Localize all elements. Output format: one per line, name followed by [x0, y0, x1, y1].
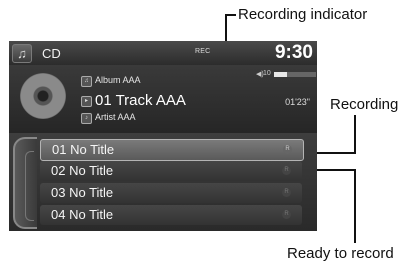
- recording-indicator: REC: [195, 48, 211, 55]
- leader-line: [226, 14, 236, 16]
- album-icon: ♫: [81, 76, 92, 87]
- list-scroll-arc[interactable]: [13, 137, 37, 229]
- list-scroll-arc-inner: [25, 151, 34, 221]
- now-playing-panel: ♫ Album AAA ▸ 01 Track AAA ♪ Artist AAA …: [9, 65, 317, 133]
- recording-indicator-callout: Recording indicator: [238, 6, 368, 23]
- leader-line: [354, 115, 356, 153]
- elapsed-time: 01'23": [285, 97, 310, 107]
- volume-fill: [274, 72, 287, 77]
- album-name: Album AAA: [95, 75, 141, 85]
- audio-screen: ♫ CD REC 9:30 ♫ Album AAA ▸ 01 Track AAA…: [9, 41, 317, 231]
- track-list: 01 No Title R 02 No Title R 03 No Title …: [9, 133, 317, 231]
- ready-flag-icon: R: [282, 188, 291, 197]
- recording-callout: Recording: [330, 96, 399, 113]
- ready-flag-icon: R: [282, 166, 291, 175]
- music-note-icon[interactable]: ♫: [12, 44, 32, 63]
- track-row-4[interactable]: 04 No Title R: [40, 205, 302, 225]
- clock: 9:30: [274, 42, 313, 63]
- disc-icon: [20, 73, 66, 119]
- track-row-3[interactable]: 03 No Title R: [40, 183, 302, 203]
- volume-bar: [274, 72, 316, 77]
- track-name: 01 Track AAA: [95, 92, 186, 109]
- track-row-label: 04 No Title: [51, 207, 114, 222]
- volume-level: 10: [263, 70, 271, 77]
- artist-name: Artist AAA: [95, 112, 136, 122]
- track-row-label: 01 No Title: [52, 142, 115, 157]
- ready-to-record-callout: Ready to record: [287, 245, 394, 262]
- track-row-label: 02 No Title: [51, 163, 114, 178]
- leader-line: [354, 169, 356, 243]
- status-bar: ♫ CD REC 9:30: [9, 41, 317, 65]
- artist-icon: ♪: [81, 113, 92, 124]
- track-row-label: 03 No Title: [51, 185, 114, 200]
- recording-flag-icon: R: [283, 145, 292, 154]
- ready-flag-icon: R: [282, 210, 291, 219]
- track-row-1[interactable]: 01 No Title R: [40, 139, 304, 161]
- track-row-2[interactable]: 02 No Title R: [40, 161, 302, 181]
- track-icon: ▸: [81, 96, 92, 107]
- source-label: CD: [42, 46, 61, 61]
